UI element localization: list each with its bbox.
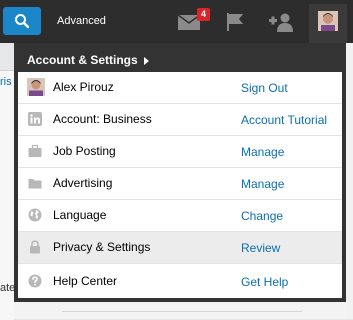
row-label-privacy: Privacy & Settings	[53, 240, 151, 254]
list-item: Privacy & Settings Review	[18, 232, 342, 264]
advanced-search-link[interactable]: Advanced	[57, 15, 106, 27]
briefcase-icon	[28, 144, 42, 157]
linkedin-icon	[28, 112, 42, 126]
row-label-language: Language	[53, 208, 107, 222]
avatar	[27, 78, 45, 96]
manage-ads-link[interactable]: Manage	[241, 177, 284, 191]
folder-icon	[28, 179, 42, 189]
top-nav-bar: Advanced 4	[0, 0, 353, 43]
manage-jobs-link[interactable]: Manage	[241, 145, 284, 159]
row-label-account: Account: Business	[53, 112, 152, 126]
list-item: Alex Pirouz Sign Out	[18, 72, 342, 104]
profile-menu-tab[interactable]	[309, 4, 347, 43]
dropdown-title: Account & Settings	[27, 53, 138, 67]
list-item: Job Posting Manage	[18, 136, 342, 168]
account-settings-dropdown: Account & Settings Alex Pirouz Sign Out …	[14, 43, 346, 302]
messages-badge: 4	[197, 8, 210, 21]
background-text: ate	[0, 282, 16, 294]
background-text: ris	[0, 76, 12, 88]
divider	[62, 311, 302, 312]
get-help-link[interactable]: Get Help	[241, 275, 288, 289]
list-item: Account: Business Account Tutorial	[18, 104, 342, 136]
dropdown-list: Alex Pirouz Sign Out Account: Business A…	[18, 72, 342, 298]
list-item: Advertising Manage	[18, 168, 342, 200]
row-label-job-posting: Job Posting	[53, 144, 116, 158]
review-privacy-link[interactable]: Review	[241, 241, 280, 255]
sign-out-link[interactable]: Sign Out	[241, 81, 288, 95]
globe-icon	[28, 208, 42, 222]
dropdown-header[interactable]: Account & Settings	[27, 53, 149, 67]
notifications-flag-icon[interactable]	[225, 12, 245, 32]
search-button[interactable]	[3, 7, 41, 35]
avatar	[318, 11, 338, 31]
account-tutorial-link[interactable]: Account Tutorial	[241, 113, 327, 127]
search-icon	[15, 14, 30, 29]
row-label-name: Alex Pirouz	[53, 80, 114, 94]
list-item: Language Change	[18, 200, 342, 232]
help-icon	[28, 274, 42, 288]
list-item: Help Center Get Help	[18, 264, 342, 298]
chevron-right-icon	[143, 56, 149, 65]
row-label-help: Help Center	[53, 274, 118, 288]
change-language-link[interactable]: Change	[241, 209, 283, 223]
add-connections-icon[interactable]	[269, 12, 293, 32]
lock-icon	[30, 240, 40, 254]
page-background-right	[346, 43, 353, 319]
row-label-advertising: Advertising	[53, 176, 113, 190]
